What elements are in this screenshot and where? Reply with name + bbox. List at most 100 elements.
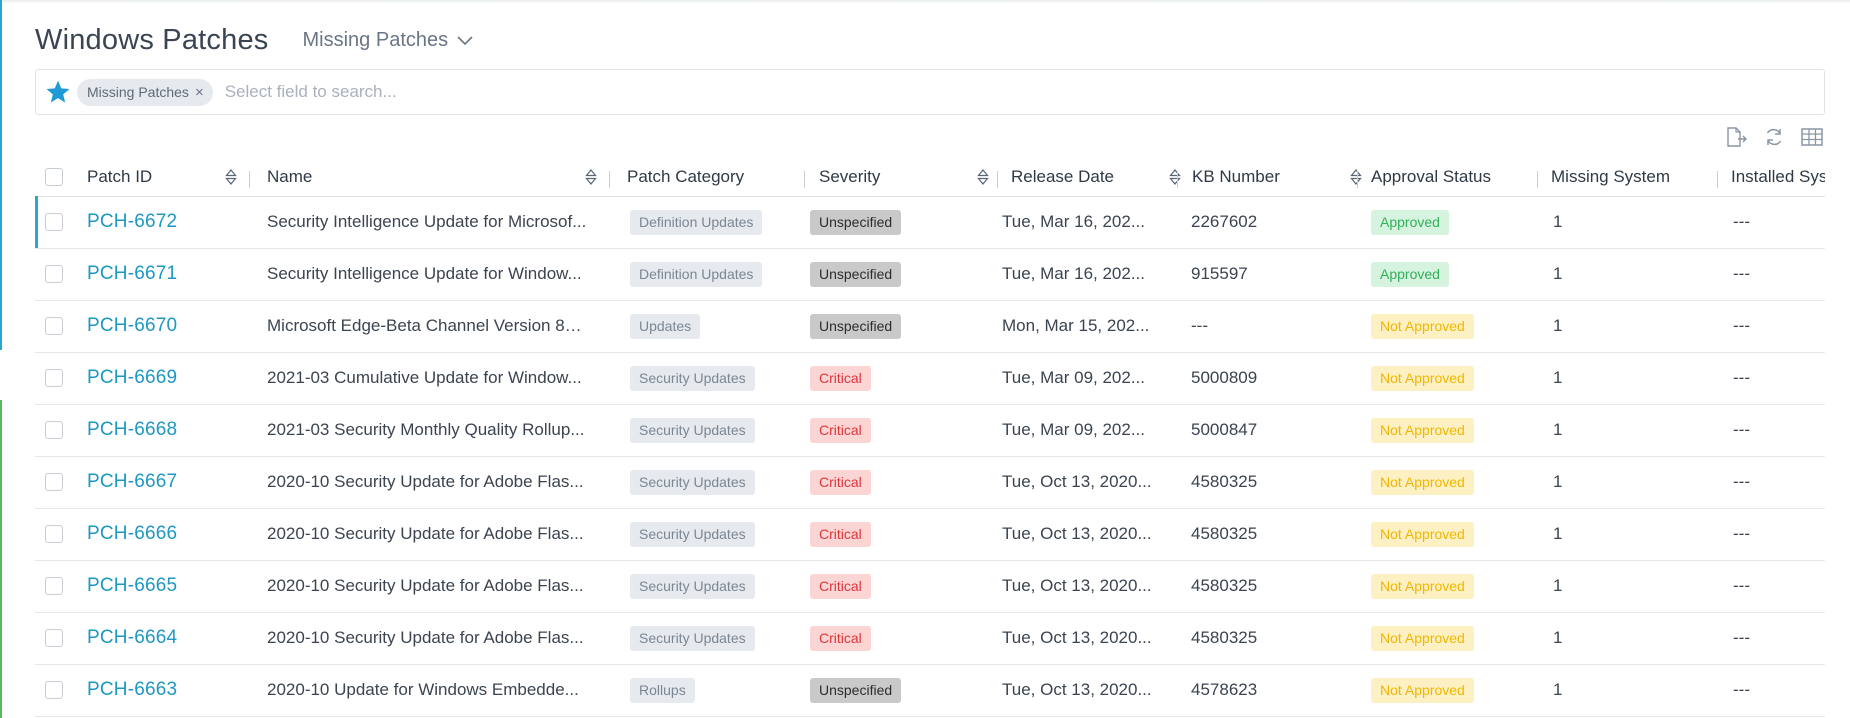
category-cell: Security Updates — [630, 404, 805, 456]
severity-badge: Critical — [810, 625, 871, 651]
table-row[interactable]: PCH-6667 2020-10 Security Update for Ado… — [35, 456, 1825, 509]
column-separator[interactable] — [249, 171, 250, 188]
column-header-patch-category[interactable]: Patch Category — [627, 158, 817, 196]
column-header-missing-system[interactable]: Missing System — [1551, 158, 1731, 196]
column-separator[interactable] — [1177, 171, 1178, 188]
table-row[interactable]: PCH-6671 Security Intelligence Update fo… — [35, 248, 1825, 301]
table-row[interactable]: PCH-6664 2020-10 Security Update for Ado… — [35, 612, 1825, 665]
kb-number: 915597 — [1191, 264, 1248, 283]
table-row[interactable]: PCH-6669 2021-03 Cumulative Update for W… — [35, 352, 1825, 405]
severity-badge: Critical — [810, 469, 871, 495]
missing-system-count: 1 — [1553, 420, 1563, 439]
column-separator[interactable] — [1717, 171, 1718, 188]
patch-id-link[interactable]: PCH-6666 — [87, 523, 177, 545]
column-header-severity[interactable]: Severity — [819, 158, 999, 196]
table-columns-icon[interactable] — [1798, 127, 1826, 147]
row-checkbox[interactable] — [45, 629, 63, 647]
table-row[interactable]: PCH-6670 Microsoft Edge-Beta Channel Ver… — [35, 300, 1825, 353]
row-checkbox[interactable] — [45, 317, 63, 335]
installed-system-count: --- — [1733, 680, 1750, 699]
kb-number: 5000809 — [1191, 368, 1258, 387]
release-date: Tue, Oct 13, 2020... — [1002, 628, 1152, 647]
column-label: Approval Status — [1371, 167, 1492, 186]
row-checkbox[interactable] — [45, 525, 63, 543]
search-input[interactable] — [222, 81, 1824, 103]
export-icon[interactable] — [1722, 127, 1750, 147]
approval-status-badge: Not Approved — [1371, 313, 1474, 339]
missing-system-cell: 1 — [1553, 456, 1723, 508]
release-date-cell: Tue, Mar 16, 202... — [1002, 196, 1172, 248]
kb-number: 4580325 — [1191, 472, 1258, 491]
severity-badge: Unspecified — [810, 261, 902, 287]
kb-number-cell: 5000847 — [1191, 404, 1351, 456]
row-checkbox[interactable] — [45, 213, 63, 231]
patch-id-link[interactable]: PCH-6671 — [87, 263, 177, 285]
sort-icon[interactable] — [225, 169, 237, 185]
missing-system-count: 1 — [1553, 524, 1563, 543]
sort-icon[interactable] — [1350, 169, 1362, 185]
table-row[interactable]: PCH-6666 2020-10 Security Update for Ado… — [35, 508, 1825, 561]
page-title: Windows Patches — [35, 23, 269, 56]
table-row[interactable]: PCH-6665 2020-10 Security Update for Ado… — [35, 560, 1825, 613]
severity-cell: Critical — [810, 404, 990, 456]
view-selector[interactable]: Missing Patches — [303, 29, 475, 52]
category-cell: Definition Updates — [630, 248, 805, 300]
category-tag: Security Updates — [630, 469, 755, 495]
missing-system-cell: 1 — [1553, 248, 1723, 300]
name-cell: 2020-10 Security Update for Adobe Flas..… — [267, 612, 587, 664]
kb-number: --- — [1191, 316, 1208, 335]
row-checkbox[interactable] — [45, 265, 63, 283]
row-checkbox[interactable] — [45, 369, 63, 387]
column-header-release-date[interactable]: Release Date — [1011, 158, 1191, 196]
category-tag: Security Updates — [630, 521, 755, 547]
missing-system-count: 1 — [1553, 264, 1563, 283]
category-cell: Security Updates — [630, 560, 805, 612]
select-all-checkbox[interactable] — [45, 168, 63, 186]
patch-id-link[interactable]: PCH-6672 — [87, 211, 177, 233]
patch-id-cell: PCH-6669 — [87, 352, 257, 404]
patch-id-link[interactable]: PCH-6664 — [87, 627, 177, 649]
column-separator[interactable] — [1537, 171, 1538, 188]
column-label: KB Number — [1192, 167, 1280, 186]
sort-icon[interactable] — [977, 169, 989, 185]
column-separator[interactable] — [609, 171, 610, 188]
column-separator[interactable] — [804, 171, 805, 188]
row-checkbox[interactable] — [45, 681, 63, 699]
patch-id-cell: PCH-6668 — [87, 404, 257, 456]
row-checkbox[interactable] — [45, 421, 63, 439]
row-checkbox[interactable] — [45, 577, 63, 595]
severity-cell: Unspecified — [810, 300, 990, 352]
column-separator[interactable] — [1357, 171, 1358, 188]
row-checkbox[interactable] — [45, 473, 63, 491]
approval-status-badge: Approved — [1371, 261, 1449, 287]
release-date: Tue, Mar 16, 202... — [1002, 264, 1145, 283]
column-header-patch-id[interactable]: Patch ID — [87, 158, 247, 196]
column-header-name[interactable]: Name — [267, 158, 607, 196]
header-checkbox-cell — [45, 158, 75, 196]
table-row[interactable]: PCH-6663 2020-10 Update for Windows Embe… — [35, 664, 1825, 717]
patch-id-link[interactable]: PCH-6665 — [87, 575, 177, 597]
sort-icon[interactable] — [1169, 169, 1181, 185]
sort-icon[interactable] — [585, 169, 597, 185]
missing-system-count: 1 — [1553, 212, 1563, 231]
patch-id-link[interactable]: PCH-6663 — [87, 679, 177, 701]
close-icon[interactable]: × — [195, 84, 204, 101]
kb-number-cell: 4580325 — [1191, 456, 1351, 508]
search-bar[interactable]: Missing Patches × — [35, 69, 1825, 115]
column-header-approval-status[interactable]: Approval Status — [1371, 158, 1551, 196]
refresh-icon[interactable] — [1760, 127, 1788, 147]
patch-name: 2020-10 Security Update for Adobe Flas..… — [267, 628, 584, 647]
table-row[interactable]: PCH-6672 Security Intelligence Update fo… — [35, 196, 1825, 249]
patch-id-link[interactable]: PCH-6668 — [87, 419, 177, 441]
patch-id-link[interactable]: PCH-6670 — [87, 315, 177, 337]
column-separator[interactable] — [997, 171, 998, 188]
patch-id-link[interactable]: PCH-6667 — [87, 471, 177, 493]
star-icon[interactable] — [45, 79, 71, 105]
patch-id-link[interactable]: PCH-6669 — [87, 367, 177, 389]
filter-chip: Missing Patches × — [77, 78, 213, 106]
release-date-cell: Tue, Oct 13, 2020... — [1002, 560, 1172, 612]
column-header-kb-number[interactable]: KB Number — [1192, 158, 1372, 196]
column-header-installed-system[interactable]: Installed Sys — [1731, 158, 1825, 196]
release-date-cell: Mon, Mar 15, 202... — [1002, 300, 1172, 352]
table-row[interactable]: PCH-6668 2021-03 Security Monthly Qualit… — [35, 404, 1825, 457]
